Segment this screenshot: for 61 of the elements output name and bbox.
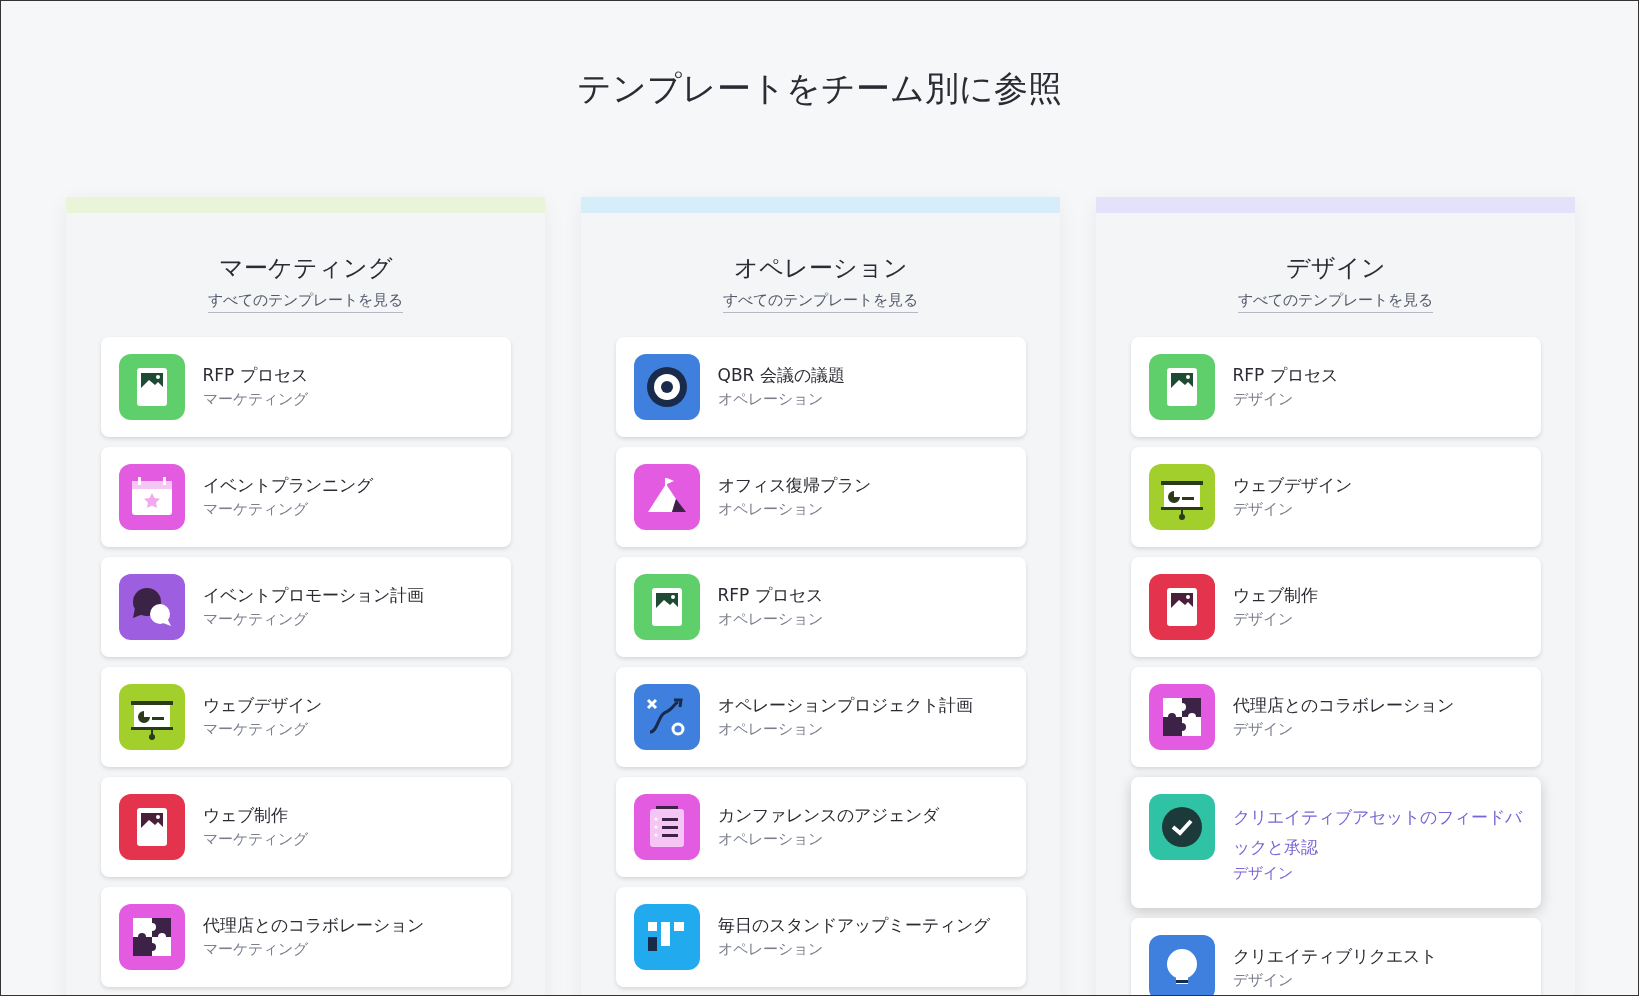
template-card[interactable]: ウェブ制作 デザイン xyxy=(1130,557,1541,657)
team-label: オペレーション xyxy=(717,719,824,740)
template-name: QBR 会議の議題 xyxy=(717,364,845,387)
template-name: イベントプランニング xyxy=(202,474,373,497)
template-name: オフィス復帰プラン xyxy=(717,474,871,497)
template-card[interactable]: ウェブデザイン マーケティング xyxy=(100,667,511,767)
template-card[interactable]: オペレーションプロジェクト計画 オペレーション xyxy=(615,667,1026,767)
template-card[interactable]: ウェブ制作 マーケティング xyxy=(100,777,511,877)
team-title: マーケティング xyxy=(218,253,393,284)
team-title: デザイン xyxy=(1285,253,1386,284)
team-label: デザイン xyxy=(1232,389,1294,410)
team-label: マーケティング xyxy=(202,609,309,630)
view-all-link[interactable]: すべてのテンプレートを見る xyxy=(208,291,403,313)
template-card[interactable]: イベントプロモーション計画 マーケティング xyxy=(100,557,511,657)
template-name: ウェブ制作 xyxy=(1232,584,1318,607)
team-label: マーケティング xyxy=(202,829,308,850)
team-label: デザイン xyxy=(1232,970,1294,991)
template-name: ウェブデザイン xyxy=(202,694,322,717)
team-label: デザイン xyxy=(1232,719,1294,740)
template-card[interactable]: 毎日のスタンドアップミーティング オペレーション xyxy=(615,887,1026,987)
template-card[interactable]: クリエイティブリクエスト デザイン xyxy=(1130,918,1541,995)
team-label: マーケティング xyxy=(202,499,309,520)
view-all-link[interactable]: すべてのテンプレートを見る xyxy=(723,291,918,313)
team-label: デザイン xyxy=(1232,609,1294,630)
template-card[interactable]: オフィス復帰プラン オペレーション xyxy=(615,447,1026,547)
template-card[interactable]: ウェブデザイン デザイン xyxy=(1130,447,1541,547)
template-card[interactable]: RFP プロセス オペレーション xyxy=(615,557,1026,657)
page-heading: テンプレートをチーム別に参照 xyxy=(576,67,1063,110)
template-name: RFP プロセス xyxy=(202,364,308,387)
template-name: ウェブ制作 xyxy=(202,804,289,827)
team-label: マーケティング xyxy=(202,939,309,960)
template-name: カンファレンスのアジェンダ xyxy=(717,804,939,827)
template-name: RFP プロセス xyxy=(1232,364,1338,387)
template-name: 毎日のスタンドアップミーティング xyxy=(717,914,990,937)
team-label: マーケティング xyxy=(202,389,308,410)
view-all-link[interactable]: すべてのテンプレートを見る xyxy=(1238,291,1433,313)
template-name: オペレーションプロジェクト計画 xyxy=(717,694,973,717)
template-card[interactable]: QBR 会議の議題 オペレーション xyxy=(615,337,1026,437)
template-name: 代理店とのコラボレーション xyxy=(202,914,424,937)
team-label: オペレーション xyxy=(717,389,824,410)
template-card[interactable]: カンファレンスのアジェンダ オペレーション xyxy=(615,777,1026,877)
template-card[interactable]: 代理店とのコラボレーション デザイン xyxy=(1130,667,1541,767)
team-label: オペレーション xyxy=(717,939,824,960)
template-card[interactable]: RFP プロセス マーケティング xyxy=(100,337,511,437)
team-label: オペレーション xyxy=(717,609,823,630)
team-label: デザイン xyxy=(1232,863,1294,884)
team-label: デザイン xyxy=(1232,499,1294,520)
template-card[interactable]: RFP プロセス デザイン xyxy=(1130,337,1541,437)
team-label: マーケティング xyxy=(202,719,309,740)
template-card[interactable]: クリエイティブアセットのフィードバックと承認 デザイン xyxy=(1130,777,1541,908)
template-name: クリエイティブアセットのフィードバックと承認 xyxy=(1232,806,1524,859)
template-name: クリエイティブリクエスト xyxy=(1232,945,1437,968)
template-name: RFP プロセス xyxy=(717,584,823,607)
template-name: 代理店とのコラボレーション xyxy=(1232,694,1454,717)
team-label: オペレーション xyxy=(717,499,824,520)
template-card[interactable]: 代理店とのコラボレーション マーケティング xyxy=(100,887,511,987)
template-name: イベントプロモーション計画 xyxy=(202,584,424,607)
team-title: オペレーション xyxy=(733,253,908,284)
template-name: ウェブデザイン xyxy=(1232,474,1352,497)
template-card[interactable]: イベントプランニング マーケティング xyxy=(100,447,511,547)
team-label: オペレーション xyxy=(717,829,824,850)
